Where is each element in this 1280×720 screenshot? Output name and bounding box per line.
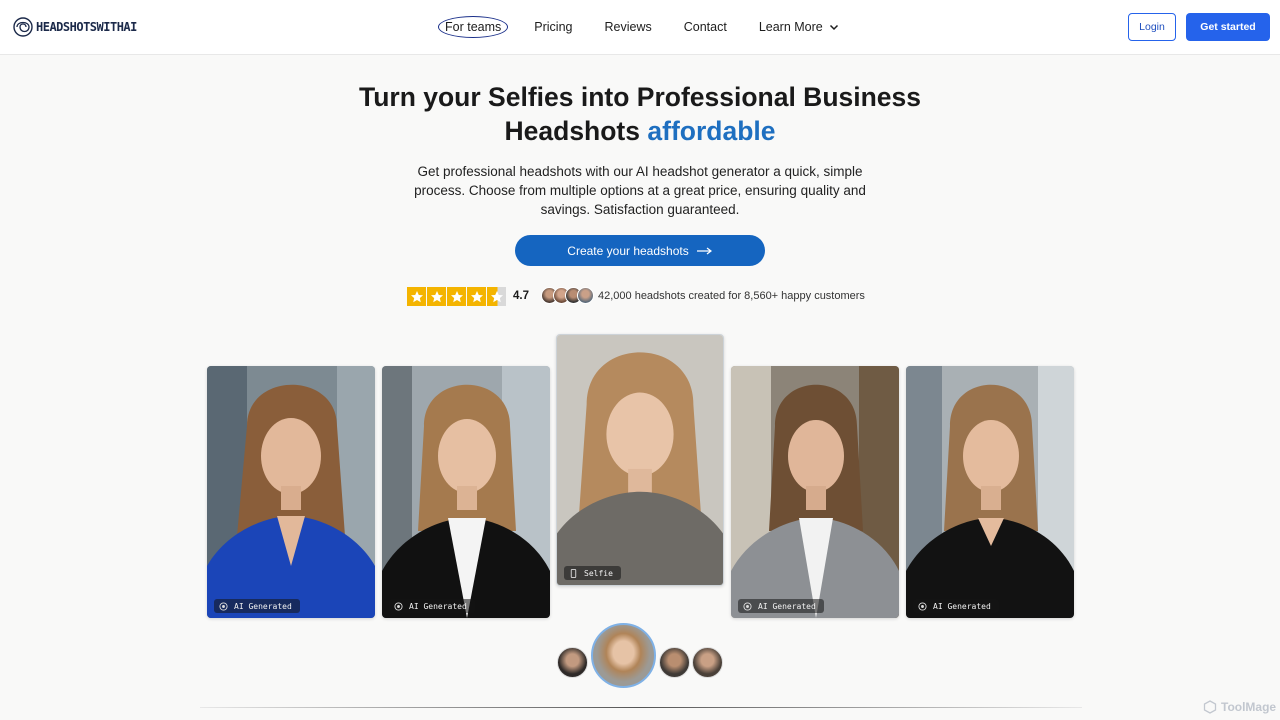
site-header: HEADSHOTSWITHAI For teams Pricing Review…	[0, 0, 1280, 55]
watermark-icon	[1203, 700, 1217, 714]
ai-icon	[394, 601, 403, 611]
phone-icon	[570, 568, 577, 578]
nav-reviews[interactable]: Reviews	[604, 15, 651, 39]
selfie-image	[557, 335, 723, 585]
half-star-icon	[487, 287, 506, 306]
main-nav: For teams Pricing Reviews Contact Learn …	[438, 15, 871, 39]
nav-pricing-label: Pricing	[534, 20, 573, 34]
arrow-right-icon	[696, 247, 712, 254]
ai-generated-tag: AI Generated	[389, 599, 475, 613]
headshot-card[interactable]: AI Generated	[207, 366, 375, 618]
card-tag-label: AI Generated	[933, 601, 991, 611]
ai-generated-tag: AI Generated	[913, 599, 999, 613]
star-icon	[447, 287, 466, 306]
nav-for-teams[interactable]: For teams	[438, 16, 509, 38]
headshot-image	[382, 366, 550, 618]
selfie-tag: Selfie	[564, 566, 621, 580]
nav-contact[interactable]: Contact	[684, 15, 727, 39]
card-tag-label: AI Generated	[758, 601, 816, 611]
ai-generated-tag: AI Generated	[214, 599, 300, 613]
social-proof-text: 42,000 headshots created for 8,560+ happ…	[598, 290, 865, 302]
star-icon	[427, 287, 446, 306]
headshot-image	[207, 366, 375, 618]
logo-icon	[13, 17, 33, 37]
watermark: ToolMage	[1203, 700, 1276, 714]
selfie-card[interactable]: Selfie	[556, 334, 724, 586]
card-tag-label: Selfie	[584, 568, 613, 578]
star-icon	[467, 287, 486, 306]
title-accent: affordable	[647, 116, 776, 146]
rating-value: 4.7	[513, 290, 529, 302]
customer-avatars	[541, 287, 594, 304]
chevron-down-icon	[829, 24, 838, 31]
hero-subtitle: Get professional headshots with our AI h…	[414, 164, 866, 217]
create-headshots-button[interactable]: Create your headshots	[515, 235, 765, 266]
card-tag-label: AI Generated	[409, 601, 467, 611]
avatar	[577, 287, 594, 304]
brand-name: HEADSHOTSWITHAI	[36, 20, 137, 34]
login-button[interactable]: Login	[1128, 13, 1176, 41]
title-line-2: Headshots	[504, 116, 640, 146]
nav-learn-more-label: Learn More	[758, 20, 823, 34]
headshot-card[interactable]: AI Generated	[906, 366, 1074, 618]
nav-for-teams-label: For teams	[445, 20, 502, 34]
headshot-card[interactable]: AI Generated	[731, 366, 899, 618]
card-tag-label: AI Generated	[234, 601, 292, 611]
headshot-image	[731, 366, 899, 618]
divider	[200, 707, 1082, 708]
star-rating	[407, 287, 506, 306]
person-thumbnail[interactable]	[557, 647, 588, 678]
nav-contact-label: Contact	[683, 20, 727, 34]
nav-reviews-label: Reviews	[604, 20, 652, 34]
star-icon	[407, 287, 426, 306]
person-thumbnail[interactable]	[692, 647, 723, 678]
title-line-1: Turn your Selfies into Professional Busi…	[358, 82, 922, 112]
nav-learn-more[interactable]: Learn More	[759, 15, 839, 39]
get-started-button[interactable]: Get started	[1186, 13, 1270, 41]
headshot-image	[906, 366, 1074, 618]
cta-label: Create your headshots	[567, 243, 689, 258]
person-thumbnail[interactable]	[659, 647, 690, 678]
nav-pricing[interactable]: Pricing	[534, 15, 572, 39]
ai-icon	[918, 601, 927, 611]
ai-icon	[219, 601, 228, 611]
watermark-text: ToolMage	[1221, 700, 1277, 714]
logo[interactable]: HEADSHOTSWITHAI	[12, 16, 137, 38]
ai-icon	[743, 601, 752, 611]
headshot-card[interactable]: AI Generated	[382, 366, 550, 618]
person-thumbnail-selected[interactable]	[591, 623, 656, 688]
ai-generated-tag: AI Generated	[738, 599, 824, 613]
page-title: Turn your Selfies into Professional Busi…	[340, 80, 940, 148]
